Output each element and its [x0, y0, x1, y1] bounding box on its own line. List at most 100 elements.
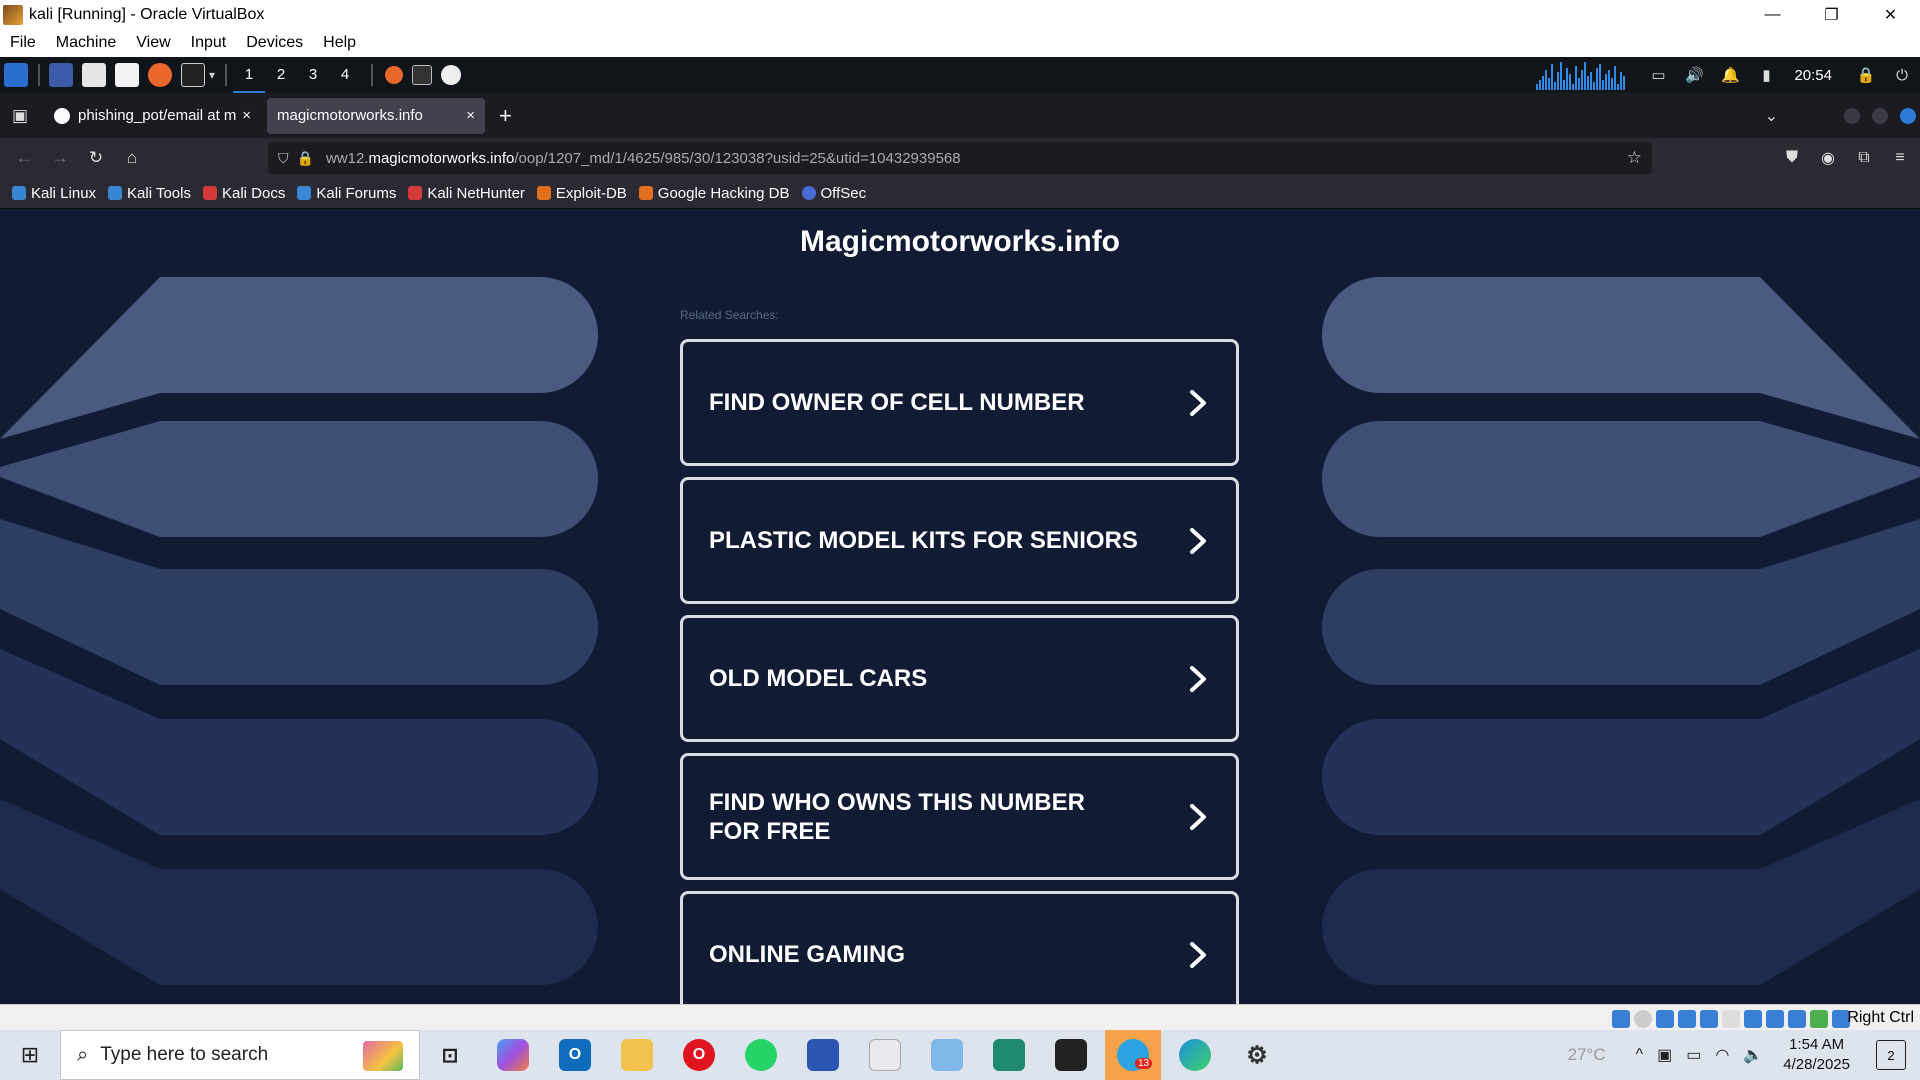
mouse-integration-icon[interactable] [1810, 1010, 1828, 1028]
cpu-icon[interactable] [1788, 1010, 1806, 1028]
opera-icon[interactable]: O [683, 1039, 715, 1071]
list-all-tabs-icon[interactable]: ⌄ [1765, 106, 1778, 126]
microsoft-store-icon[interactable] [807, 1039, 839, 1071]
kali-menu-icon[interactable] [4, 63, 28, 87]
wifi-icon[interactable]: ◠ [1715, 1045, 1729, 1065]
menu-icon[interactable]: ≡ [1886, 144, 1914, 172]
menu-view[interactable]: View [136, 34, 170, 52]
terminal-icon[interactable] [181, 63, 205, 87]
account-icon[interactable]: ◉ [1814, 144, 1842, 172]
tab-magicmotorworks[interactable]: magicmotorworks.info × [267, 97, 485, 134]
close-tab-icon[interactable]: × [466, 107, 475, 124]
speaker-icon[interactable]: 🔈 [1743, 1045, 1763, 1065]
settings-gear-icon[interactable]: ⚙ [1241, 1039, 1273, 1071]
pocket-icon[interactable]: ⛊ [1778, 144, 1806, 172]
close-browser-button[interactable] [1900, 107, 1916, 124]
search-link-old-model-cars[interactable]: OLD MODEL CARS [680, 615, 1239, 742]
bookmark-kali-linux[interactable]: Kali Linux [12, 185, 96, 202]
bookmark-kali-tools[interactable]: Kali Tools [108, 185, 191, 202]
power-icon[interactable]: ⏻ [1892, 65, 1912, 85]
restore-button[interactable]: ❐ [1802, 0, 1861, 29]
address-bar[interactable]: ⛉ 🔒 ww12.magicmotorworks.info/oop/1207_m… [268, 142, 1652, 174]
copilot-icon[interactable] [497, 1039, 529, 1071]
menu-file[interactable]: File [10, 34, 36, 52]
whatsapp-icon[interactable] [745, 1039, 777, 1071]
close-tab-icon[interactable]: × [242, 107, 251, 124]
workspace-4[interactable]: 4 [329, 57, 361, 93]
pen-app-icon[interactable] [931, 1039, 963, 1071]
file-manager-icon[interactable] [82, 63, 106, 87]
telegram-icon[interactable] [1105, 1030, 1161, 1080]
menu-devices[interactable]: Devices [246, 34, 303, 52]
bookmark-star-icon[interactable]: ☆ [1627, 148, 1642, 168]
search-link-plastic-model-kits[interactable]: PLASTIC MODEL KITS FOR SENIORS [680, 477, 1239, 604]
extensions-icon[interactable]: ⧉ [1850, 144, 1878, 172]
file-explorer-icon[interactable] [621, 1039, 653, 1071]
battery-icon[interactable]: ▭ [1686, 1045, 1701, 1065]
notification-center-icon[interactable]: 2 [1876, 1040, 1906, 1070]
display-icon[interactable]: ▭ [1648, 65, 1668, 85]
terminal-window-icon[interactable] [412, 65, 433, 85]
hard-disk-icon[interactable] [1612, 1010, 1630, 1028]
search-link-online-gaming[interactable]: ONLINE GAMING [680, 891, 1239, 1004]
menu-help[interactable]: Help [323, 34, 356, 52]
search-link-find-who-owns[interactable]: FIND WHO OWNS THIS NUMBER FOR FREE [680, 753, 1239, 880]
workspace-3[interactable]: 3 [297, 57, 329, 93]
recording-icon[interactable] [1766, 1010, 1784, 1028]
bookmark-kali-forums[interactable]: Kali Forums [297, 185, 396, 202]
shield-icon[interactable]: ⛉ [278, 150, 289, 167]
usb-icon[interactable] [1700, 1010, 1718, 1028]
forward-arrow-icon[interactable]: → [46, 144, 74, 172]
shared-folders-icon[interactable] [1722, 1010, 1740, 1028]
text-editor-icon[interactable] [115, 63, 139, 87]
volume-icon[interactable]: 🔊 [1684, 65, 1704, 85]
minimize-button[interactable]: — [1743, 0, 1802, 29]
workspace-1[interactable]: 1 [233, 57, 266, 93]
taskbar-search-box[interactable]: ⌕ Type here to search [60, 1030, 420, 1080]
audio-icon[interactable] [1656, 1010, 1674, 1028]
new-tab-button[interactable]: + [499, 103, 512, 129]
maximize-browser-button[interactable] [1872, 107, 1888, 124]
chevron-down-icon[interactable]: ▾ [209, 68, 215, 82]
edge-icon[interactable] [1179, 1039, 1211, 1071]
tab-phishing-pot[interactable]: phishing_pot/email at ma × [44, 98, 261, 134]
tab-overview-icon[interactable]: ▣ [6, 102, 34, 130]
firefox-window-icon[interactable] [385, 66, 404, 84]
search-link-find-owner[interactable]: FIND OWNER OF CELL NUMBER [680, 339, 1239, 466]
lock-icon[interactable]: 🔒 [297, 150, 314, 167]
battery-icon[interactable]: ▮ [1756, 65, 1776, 85]
bookmark-kali-nethunter[interactable]: Kali NetHunter [408, 185, 525, 202]
minimize-browser-button[interactable] [1844, 107, 1860, 124]
menu-input[interactable]: Input [191, 34, 227, 52]
firefox-launcher-icon[interactable] [148, 63, 172, 87]
optical-drive-icon[interactable] [1634, 1010, 1652, 1028]
panel-clock[interactable]: 20:54 [1794, 67, 1832, 84]
workspace-2[interactable]: 2 [265, 57, 297, 93]
menu-machine[interactable]: Machine [56, 34, 116, 52]
notepad-icon[interactable] [869, 1039, 901, 1071]
display-icon[interactable] [1744, 1010, 1762, 1028]
bookmark-kali-docs[interactable]: Kali Docs [202, 185, 285, 202]
app-window-icon[interactable] [441, 65, 462, 85]
bookmark-offsec[interactable]: OffSec [801, 185, 866, 202]
close-window-button[interactable]: ✕ [1861, 0, 1920, 29]
virtualbox-taskbar-icon[interactable] [1055, 1039, 1087, 1071]
network-icon[interactable] [1678, 1010, 1696, 1028]
show-desktop-icon[interactable] [49, 63, 73, 87]
taskbar-clock[interactable]: 1:54 AM 4/28/2025 [1783, 1035, 1850, 1075]
lock-icon[interactable]: 🔒 [1856, 65, 1876, 85]
chevron-up-icon[interactable]: ^ [1636, 1046, 1644, 1064]
back-arrow-icon[interactable]: ← [10, 144, 38, 172]
url-text[interactable]: ww12.magicmotorworks.info/oop/1207_md/1/… [326, 150, 961, 167]
visual-studio-code-icon[interactable] [993, 1039, 1025, 1071]
meet-icon[interactable]: ▣ [1657, 1045, 1672, 1065]
home-icon[interactable]: ⌂ [118, 144, 146, 172]
bookmark-exploit-db[interactable]: Exploit-DB [536, 185, 627, 202]
reload-icon[interactable]: ↻ [82, 144, 110, 172]
notifications-icon[interactable]: 🔔 [1720, 65, 1740, 85]
task-view-icon[interactable]: ⊡ [434, 1039, 466, 1071]
bookmark-google-hacking-db[interactable]: Google Hacking DB [638, 185, 790, 202]
weather-temp[interactable]: 27°C [1568, 1045, 1606, 1065]
windows-start-icon[interactable]: ⊞ [0, 1030, 60, 1080]
outlook-icon[interactable]: O [559, 1039, 591, 1071]
